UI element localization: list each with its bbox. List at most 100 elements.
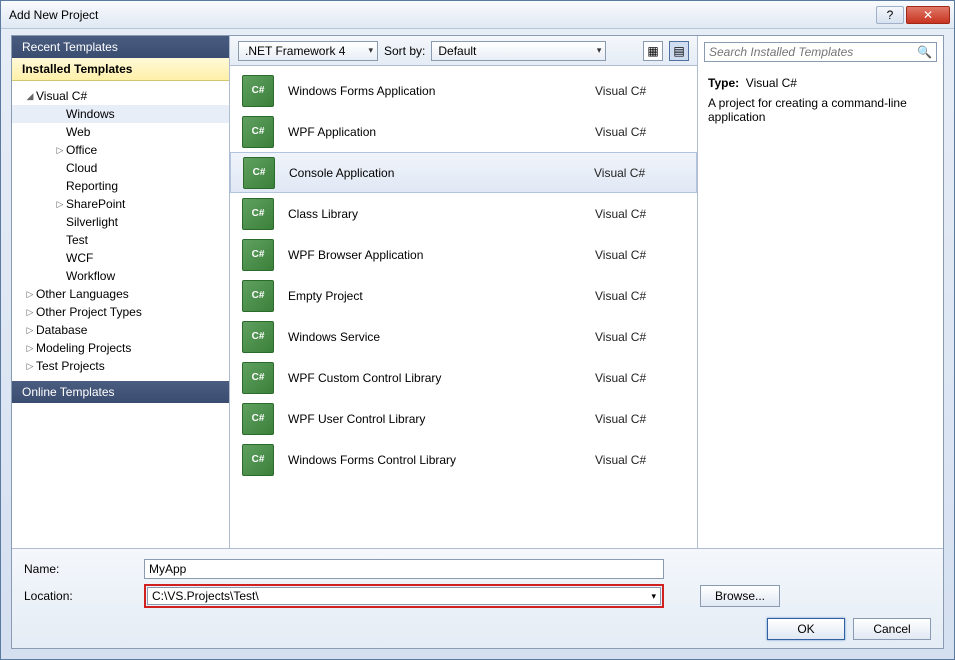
tree-item-office[interactable]: ▷Office	[12, 141, 229, 159]
template-icon: C#	[242, 444, 274, 476]
template-icon: C#	[242, 403, 274, 435]
caret-right-icon: ▷	[24, 289, 36, 300]
template-name: WPF Browser Application	[288, 248, 595, 262]
template-item[interactable]: C# WPF User Control LibraryVisual C#	[230, 398, 697, 439]
search-input[interactable]	[709, 45, 917, 59]
cancel-button[interactable]: Cancel	[853, 618, 931, 640]
template-item[interactable]: C#WPF ApplicationVisual C#	[230, 111, 697, 152]
name-input[interactable]	[144, 559, 664, 579]
detail-description: A project for creating a command-line ap…	[708, 96, 933, 124]
template-lang: Visual C#	[595, 371, 685, 385]
template-item[interactable]: C#Windows ServiceVisual C#	[230, 316, 697, 357]
template-lang: Visual C#	[595, 453, 685, 467]
tree-item-modeling-projects[interactable]: ▷Modeling Projects	[12, 339, 229, 357]
sortby-value: Default	[438, 44, 476, 58]
help-button[interactable]: ?	[876, 6, 904, 24]
template-item[interactable]: C# WPF Custom Control LibraryVisual C#	[230, 357, 697, 398]
tree-label: Database	[36, 323, 87, 337]
tree-item-other-project-types[interactable]: ▷Other Project Types	[12, 303, 229, 321]
tree-item-sharepoint[interactable]: ▷SharePoint	[12, 195, 229, 213]
tree-item-wcf[interactable]: WCF	[12, 249, 229, 267]
caret-right-icon: ▷	[54, 145, 66, 156]
template-lang: Visual C#	[595, 412, 685, 426]
tree-item-silverlight[interactable]: Silverlight	[12, 213, 229, 231]
template-lang: Visual C#	[595, 84, 685, 98]
tree-label: Modeling Projects	[36, 341, 131, 355]
template-lang: Visual C#	[595, 289, 685, 303]
view-medium-icons-button[interactable]: ▤	[669, 41, 689, 61]
tree-item-test[interactable]: Test	[12, 231, 229, 249]
template-name: Class Library	[288, 207, 595, 221]
tree-item-windows[interactable]: Windows	[12, 105, 229, 123]
tree-label: Other Project Types	[36, 305, 142, 319]
template-item[interactable]: C#Empty ProjectVisual C#	[230, 275, 697, 316]
framework-value: .NET Framework 4	[245, 44, 345, 58]
template-item[interactable]: C#WPF Browser ApplicationVisual C#	[230, 234, 697, 275]
template-name: WPF Custom Control Library	[288, 371, 595, 385]
caret-down-icon: ◢	[24, 91, 36, 102]
tree-label: WCF	[66, 251, 93, 265]
view-small-icons-button[interactable]: ▦	[643, 41, 663, 61]
template-item[interactable]: C#Windows Forms ApplicationVisual C#	[230, 70, 697, 111]
template-name: WPF User Control Library	[288, 412, 595, 426]
tree-label: Other Languages	[36, 287, 129, 301]
tree-item-workflow[interactable]: Workflow	[12, 267, 229, 285]
template-icon: C#	[242, 362, 274, 394]
small-icons-icon: ▦	[647, 44, 658, 58]
online-templates-header[interactable]: Online Templates	[12, 381, 229, 403]
window-title: Add New Project	[9, 8, 874, 22]
toolbar: .NET Framework 4 Sort by: Default ▦ ▤	[230, 36, 697, 66]
template-item[interactable]: C# Windows Forms Control LibraryVisual C#	[230, 439, 697, 480]
tree-item-visual-csharp[interactable]: ◢Visual C#	[12, 87, 229, 105]
sidebar: Recent Templates Installed Templates ◢Vi…	[12, 36, 230, 548]
template-list[interactable]: C#Windows Forms ApplicationVisual C#C#WP…	[230, 66, 697, 548]
location-dropdown[interactable]: C:\VS.Projects\Test\	[147, 587, 661, 605]
installed-templates-header[interactable]: Installed Templates	[12, 58, 229, 81]
name-row: Name:	[24, 557, 931, 581]
recent-templates-header[interactable]: Recent Templates	[12, 36, 229, 58]
tree-item-reporting[interactable]: Reporting	[12, 177, 229, 195]
template-lang: Visual C#	[595, 248, 685, 262]
type-value: Visual C#	[746, 76, 797, 90]
help-icon: ?	[887, 8, 894, 22]
bottom-panel: Name: Location: C:\VS.Projects\Test\ Bro…	[12, 548, 943, 648]
detail-type-line: Type: Visual C#	[708, 76, 933, 90]
main-panel: .NET Framework 4 Sort by: Default ▦ ▤ C#…	[230, 36, 698, 548]
dialog-buttons: OK Cancel	[767, 618, 931, 640]
framework-dropdown[interactable]: .NET Framework 4	[238, 41, 378, 61]
tree-label: Test Projects	[36, 359, 105, 373]
template-item[interactable]: C#Class LibraryVisual C#	[230, 193, 697, 234]
browse-button[interactable]: Browse...	[700, 585, 780, 607]
template-tree: ◢Visual C# WindowsWeb▷OfficeCloudReporti…	[12, 81, 229, 381]
tree-item-other-languages[interactable]: ▷Other Languages	[12, 285, 229, 303]
location-highlight: C:\VS.Projects\Test\	[144, 584, 664, 608]
tree-item-cloud[interactable]: Cloud	[12, 159, 229, 177]
template-lang: Visual C#	[595, 330, 685, 344]
template-name: Windows Forms Control Library	[288, 453, 595, 467]
tree-label: SharePoint	[66, 197, 125, 211]
template-icon: C#	[242, 75, 274, 107]
caret-right-icon: ▷	[54, 199, 66, 210]
template-icon: C#	[242, 280, 274, 312]
detail-panel: 🔍 Type: Visual C# A project for creating…	[698, 36, 943, 548]
tree-item-database[interactable]: ▷Database	[12, 321, 229, 339]
template-icon: C#	[242, 116, 274, 148]
detail-body: Type: Visual C# A project for creating a…	[698, 68, 943, 132]
search-icon[interactable]: 🔍	[917, 45, 932, 59]
template-item[interactable]: C#Console ApplicationVisual C#	[230, 152, 697, 193]
titlebar: Add New Project ? ✕	[1, 1, 954, 29]
tree-label: Silverlight	[66, 215, 118, 229]
caret-right-icon: ▷	[24, 343, 36, 354]
location-value: C:\VS.Projects\Test\	[152, 589, 259, 603]
type-label: Type:	[708, 76, 739, 90]
sortby-dropdown[interactable]: Default	[431, 41, 606, 61]
tree-label: Office	[66, 143, 97, 157]
location-label: Location:	[24, 589, 144, 603]
tree-item-test-projects[interactable]: ▷Test Projects	[12, 357, 229, 375]
template-lang: Visual C#	[594, 166, 684, 180]
tree-item-web[interactable]: Web	[12, 123, 229, 141]
tree-label: Cloud	[66, 161, 97, 175]
ok-button[interactable]: OK	[767, 618, 845, 640]
search-box[interactable]: 🔍	[704, 42, 937, 62]
close-button[interactable]: ✕	[906, 6, 950, 24]
